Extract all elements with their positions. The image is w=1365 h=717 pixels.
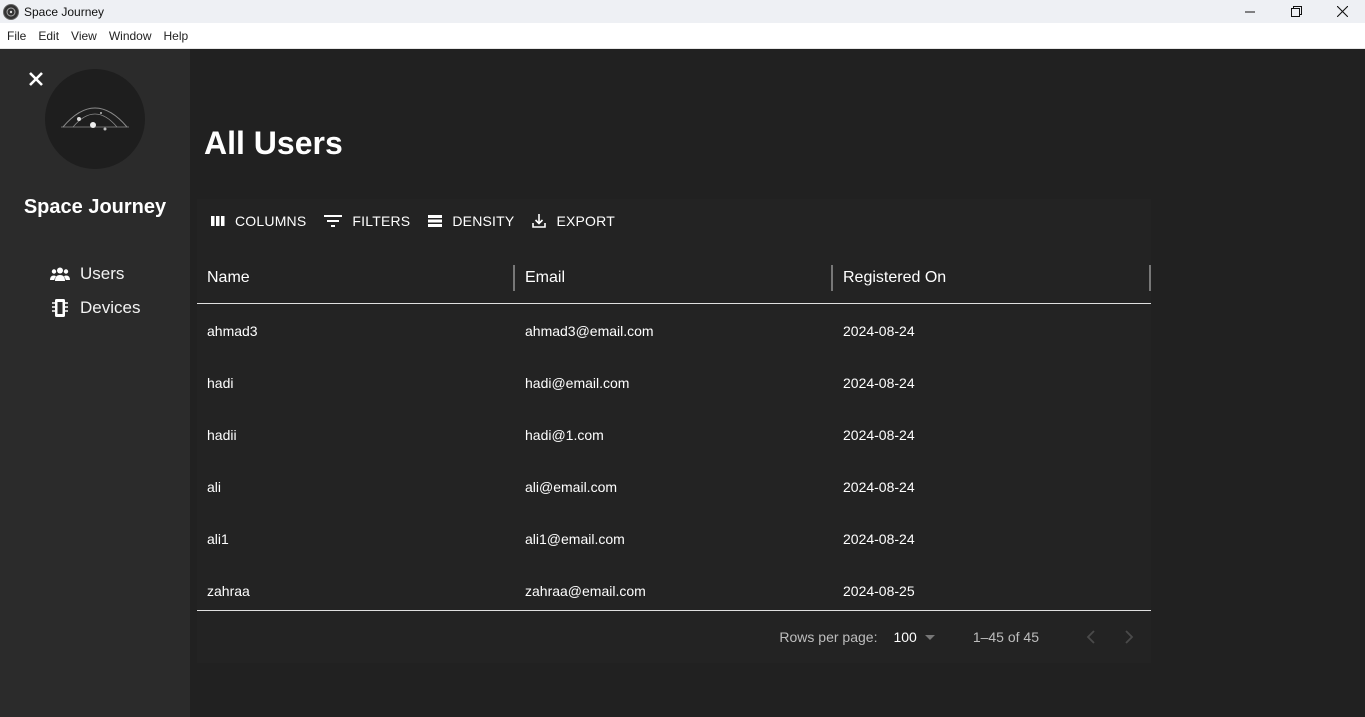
chevron-left-icon: [1086, 630, 1095, 644]
sidebar: Space Journey Users Devices: [0, 49, 190, 717]
table-row[interactable]: ali1 ali1@email.com 2024-08-24: [197, 513, 1151, 565]
menu-file[interactable]: File: [0, 23, 32, 49]
minimize-button[interactable]: [1227, 0, 1273, 23]
cell-name: ahmad3: [207, 323, 258, 339]
rows-per-page-select[interactable]: 100: [893, 629, 935, 645]
cell-name: ali: [207, 479, 222, 495]
table-row[interactable]: ahmad3 ahmad3@email.com 2024-08-24: [197, 305, 1151, 357]
close-window-icon: [1336, 6, 1348, 17]
density-label: DENSITY: [452, 213, 515, 229]
brand-name: Space Journey: [23, 196, 167, 218]
columns-icon: [211, 216, 225, 226]
close-window-button[interactable]: [1319, 0, 1365, 23]
sidebar-nav: Users Devices: [50, 257, 140, 325]
cell-registered-on: 2024-08-24: [843, 323, 915, 339]
close-icon: [29, 72, 43, 86]
devices-icon: [50, 298, 70, 318]
cell-name: zahraa: [207, 583, 250, 599]
cell-registered-on: 2024-08-24: [843, 375, 915, 391]
users-icon: [50, 264, 70, 284]
space-logo-icon: [61, 107, 129, 131]
cell-name: hadii: [207, 427, 237, 443]
menu-view[interactable]: View: [65, 23, 103, 49]
cell-email: ali@email.com: [525, 479, 618, 495]
cell-email: ahmad3@email.com: [525, 323, 654, 339]
cell-registered-on: 2024-08-25: [843, 583, 915, 599]
table-row[interactable]: hadi hadi@email.com 2024-08-24: [197, 357, 1151, 409]
column-header-name[interactable]: Name: [197, 252, 515, 304]
menu-help[interactable]: Help: [158, 23, 195, 49]
rows-per-page-label: Rows per page:: [779, 629, 878, 645]
menu-window[interactable]: Window: [103, 23, 158, 49]
sidebar-item-users[interactable]: Users: [50, 257, 140, 291]
cell-email: zahraa@email.com: [525, 583, 646, 599]
table-row[interactable]: ali ali@email.com 2024-08-24: [197, 461, 1151, 513]
filter-icon: [324, 215, 343, 227]
main-content: All Users COLUMNS FILTERS DENSITY EXPORT…: [190, 49, 1365, 717]
close-sidebar-button[interactable]: [26, 69, 46, 89]
menu-bar: File Edit View Window Help: [0, 23, 1365, 49]
app-icon: [3, 3, 19, 20]
cell-registered-on: 2024-08-24: [843, 427, 915, 443]
page-info: 1–45 of 45: [972, 629, 1039, 645]
column-header-label: Email: [525, 268, 566, 286]
export-icon: [532, 214, 547, 228]
menu-edit[interactable]: Edit: [32, 23, 65, 49]
restore-icon: [1290, 6, 1302, 17]
table-body: ahmad3 ahmad3@email.com 2024-08-24 hadi …: [197, 305, 1151, 617]
sidebar-item-label: Users: [80, 264, 125, 283]
logo: [45, 69, 145, 169]
cell-email: ali1@email.com: [525, 531, 625, 547]
columns-button[interactable]: COLUMNS: [205, 209, 312, 233]
sidebar-item-label: Devices: [80, 298, 141, 317]
cell-name: hadi: [207, 375, 234, 391]
chevron-down-icon: [924, 634, 935, 640]
column-header-label: Registered On: [843, 268, 947, 286]
columns-label: COLUMNS: [235, 213, 307, 229]
column-header-label: Name: [207, 268, 250, 286]
table-header: Name Email Registered On: [197, 252, 1151, 304]
cell-email: hadi@1.com: [525, 427, 604, 443]
next-page-button[interactable]: [1113, 621, 1145, 653]
export-label: EXPORT: [556, 213, 615, 229]
minimize-icon: [1245, 11, 1255, 12]
rows-per-page-value: 100: [893, 629, 917, 645]
filters-button[interactable]: FILTERS: [318, 209, 416, 233]
cell-registered-on: 2024-08-24: [843, 531, 915, 547]
chevron-right-icon: [1125, 630, 1134, 644]
page-title: All Users: [204, 125, 343, 161]
title-bar: Space Journey: [0, 0, 1365, 23]
cell-email: hadi@email.com: [525, 375, 630, 391]
maximize-button[interactable]: [1273, 0, 1319, 23]
density-button[interactable]: DENSITY: [422, 209, 520, 233]
window-controls: [1227, 0, 1365, 23]
window-title: Space Journey: [24, 4, 105, 19]
table-row[interactable]: hadii hadi@1.com 2024-08-24: [197, 409, 1151, 461]
pagination-footer: Rows per page: 100 1–45 of 45: [197, 611, 1151, 663]
cell-name: ali1: [207, 531, 229, 547]
column-header-registered-on[interactable]: Registered On: [833, 252, 1151, 304]
column-header-email[interactable]: Email: [515, 252, 833, 304]
previous-page-button[interactable]: [1075, 621, 1107, 653]
grid-toolbar: COLUMNS FILTERS DENSITY EXPORT: [205, 207, 627, 235]
density-icon: [428, 215, 443, 227]
cell-registered-on: 2024-08-24: [843, 479, 915, 495]
users-data-grid: COLUMNS FILTERS DENSITY EXPORT Name Emai…: [197, 199, 1151, 663]
column-separator[interactable]: [1149, 264, 1151, 291]
sidebar-item-devices[interactable]: Devices: [50, 291, 140, 325]
export-button[interactable]: EXPORT: [526, 209, 621, 233]
filters-label: FILTERS: [352, 213, 411, 229]
